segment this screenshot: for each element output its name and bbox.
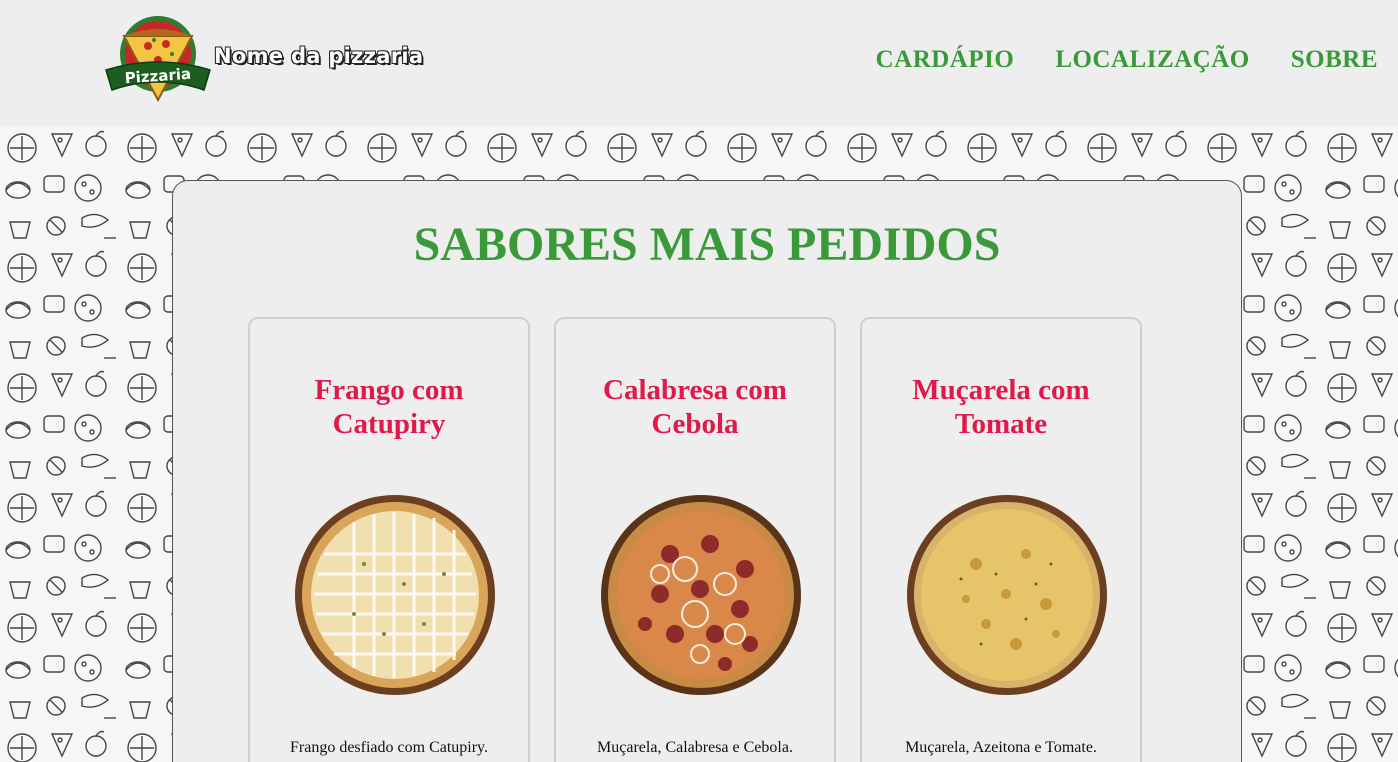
flavor-title-line2: Catupiry	[332, 408, 446, 440]
flavor-card-title: Muçarela com Tomate	[862, 373, 1140, 441]
flavor-title-line2: Tomate	[954, 408, 1048, 440]
flavor-description: Muçarela, Calabresa e Cebola.	[597, 739, 793, 756]
flavor-title-line2: Cebola	[651, 408, 739, 440]
site-header: Pizzaria Nome da pizzaria CARDÁPIO LOCAL…	[0, 0, 1398, 126]
nav-link-cardapio[interactable]: CARDÁPIO	[876, 46, 1015, 74]
flavor-title-line1: Calabresa com	[603, 374, 787, 406]
brand-name[interactable]: Nome da pizzaria	[214, 44, 423, 68]
flavor-description: Muçarela, Azeitona e Tomate.	[905, 739, 1097, 756]
main-nav: CARDÁPIO LOCALIZAÇÃO SOBRE	[876, 46, 1378, 74]
flavor-card[interactable]: Frango com Catupiry Frango desfiado com …	[248, 317, 530, 762]
flavor-card-title: Calabresa com Cebola	[556, 373, 834, 441]
nav-link-sobre[interactable]: SOBRE	[1291, 46, 1378, 74]
flavor-title-line1: Muçarela com	[912, 374, 1090, 406]
nav-link-localizacao[interactable]: LOCALIZAÇÃO	[1055, 46, 1249, 74]
page-title: SABORES MAIS PEDIDOS	[413, 218, 1001, 271]
flavor-description: Frango desfiado com Catupiry.	[289, 739, 489, 756]
featured-flavors-panel: SABORES MAIS PEDIDOS Frango com Catupiry…	[172, 180, 1242, 762]
flavor-card[interactable]: Calabresa com Cebola Muçarela, Calabresa…	[554, 317, 836, 762]
pizza-mucarela-tomate-icon	[907, 495, 1107, 695]
flavor-card[interactable]: Muçarela com Tomate Muçarela, Azeitona e…	[860, 317, 1142, 762]
pizzaria-logo-icon[interactable]: Pizzaria	[104, 14, 212, 106]
flavor-card-title: Frango com Catupiry	[250, 373, 528, 441]
flavor-title-line1: Frango com	[314, 374, 464, 406]
pizza-frango-catupiry-icon	[295, 495, 495, 695]
pizza-calabresa-cebola-icon	[601, 495, 801, 695]
